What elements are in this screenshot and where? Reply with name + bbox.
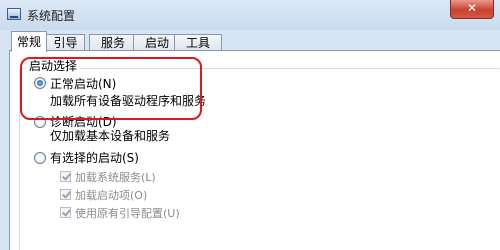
system-configuration-window: 系统配置 ✕ 常规 引导 服务 启动 工具 启动选择 正常启动(N) 加载所有设… xyxy=(0,0,500,250)
use-original-boot-config-checkbox[interactable] xyxy=(60,207,71,218)
normal-startup-description: 加载所有设备驱动程序和服务 xyxy=(50,94,207,108)
tab-boot[interactable]: 引导 xyxy=(46,34,85,51)
startup-selection-legend: 启动选择 xyxy=(26,57,81,74)
close-icon: ✕ xyxy=(466,1,478,15)
tab-services[interactable]: 服务 xyxy=(89,34,137,51)
selective-startup-label[interactable]: 有选择的启动(S) xyxy=(50,149,139,166)
general-tab-panel: 启动选择 正常启动(N) 加载所有设备驱动程序和服务 诊断启动(D) 仅加载基本… xyxy=(9,50,500,250)
window-title: 系统配置 xyxy=(27,9,76,23)
title-bar[interactable]: 系统配置 ✕ xyxy=(0,0,500,30)
load-startup-items-label: 加载启动项(O) xyxy=(75,189,148,202)
load-system-services-checkbox[interactable] xyxy=(60,171,71,182)
load-startup-items-checkbox[interactable] xyxy=(60,189,71,200)
use-original-boot-config-label: 使用原有引导配置(U) xyxy=(75,207,180,220)
tab-tools[interactable]: 工具 xyxy=(174,34,222,51)
msconfig-app-icon xyxy=(7,8,21,20)
diagnostic-startup-radio[interactable] xyxy=(34,116,46,128)
load-system-services-label: 加载系统服务(L) xyxy=(75,171,156,184)
close-button[interactable]: ✕ xyxy=(450,0,494,19)
selective-startup-radio[interactable] xyxy=(34,152,46,164)
normal-startup-radio[interactable] xyxy=(34,77,46,89)
tab-general[interactable]: 常规 xyxy=(11,31,47,52)
normal-startup-label[interactable]: 正常启动(N) xyxy=(50,75,116,92)
diagnostic-startup-description: 仅加载基本设备和服务 xyxy=(50,129,171,143)
